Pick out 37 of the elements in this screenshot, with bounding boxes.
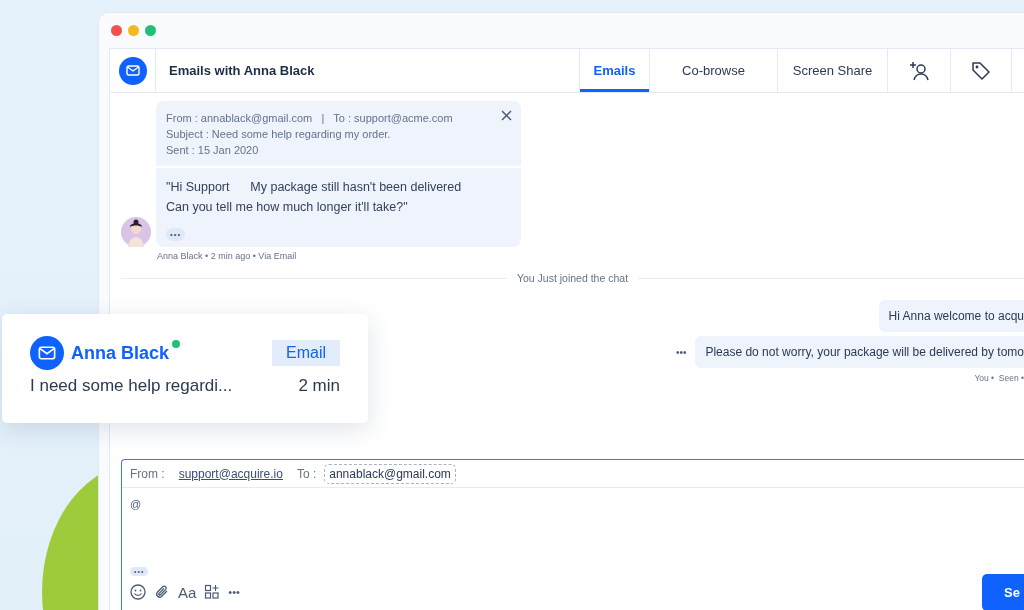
tab[interactable]: Co-browse — [649, 49, 777, 92]
close-dot[interactable] — [111, 25, 122, 36]
from-address-link[interactable]: support@acquire.io — [178, 466, 283, 481]
emoji-icon[interactable] — [130, 584, 146, 600]
email-body: "Hi Support My package still hasn't been delivered Can you tell me how much longer it'll take?" — [166, 179, 462, 216]
message-time: 2 min — [298, 376, 340, 396]
mail-icon — [118, 56, 147, 85]
chat-bubble: Hi Anna welcome to acqu — [878, 300, 1024, 332]
to-label: To : — [296, 466, 317, 481]
format-button[interactable]: Aa — [178, 583, 197, 601]
more-button[interactable]: ••• — [166, 228, 186, 241]
tab[interactable]: Screen Share — [777, 49, 887, 92]
message-meta: Anna Black • 2 min ago • Via Email — [157, 251, 298, 261]
email-header: From : annablack@gmail.com | To : support@acme.com — [166, 111, 453, 126]
send-button[interactable]: Se — [982, 573, 1024, 610]
close-icon[interactable] — [501, 110, 512, 121]
message-menu-button[interactable]: ••• — [675, 346, 687, 358]
paperclip-icon[interactable] — [154, 584, 170, 600]
window-title: Emails with Anna Black — [168, 62, 316, 80]
channel-tag: Email — [272, 340, 340, 366]
recipient-chip[interactable]: annablack@gmail.com — [324, 463, 456, 484]
avatar — [121, 217, 151, 247]
message-input[interactable]: @ — [122, 488, 1024, 567]
mail-icon — [30, 336, 64, 370]
email-date: Sent : 15 Jan 2020 — [166, 143, 259, 158]
from-label: From : — [130, 466, 165, 481]
message-preview: I need some help regardi... — [30, 376, 233, 396]
chat-divider-text: You Just joined the chat — [516, 272, 629, 284]
minimize-dot[interactable] — [128, 25, 139, 36]
message-status: You • Seen • — [974, 373, 1024, 383]
grid-icon[interactable] — [204, 584, 221, 600]
chat-bubble: Please do not worry, your package will be delivered by tomo — [695, 336, 1024, 368]
email-subject: Subject : Need some help regarding my order. — [166, 127, 391, 142]
more-tools-button[interactable]: ••• — [228, 586, 240, 598]
maximize-dot[interactable] — [145, 25, 156, 36]
tab[interactable]: Emails — [579, 49, 649, 92]
contact-name: Anna Black — [71, 342, 170, 364]
